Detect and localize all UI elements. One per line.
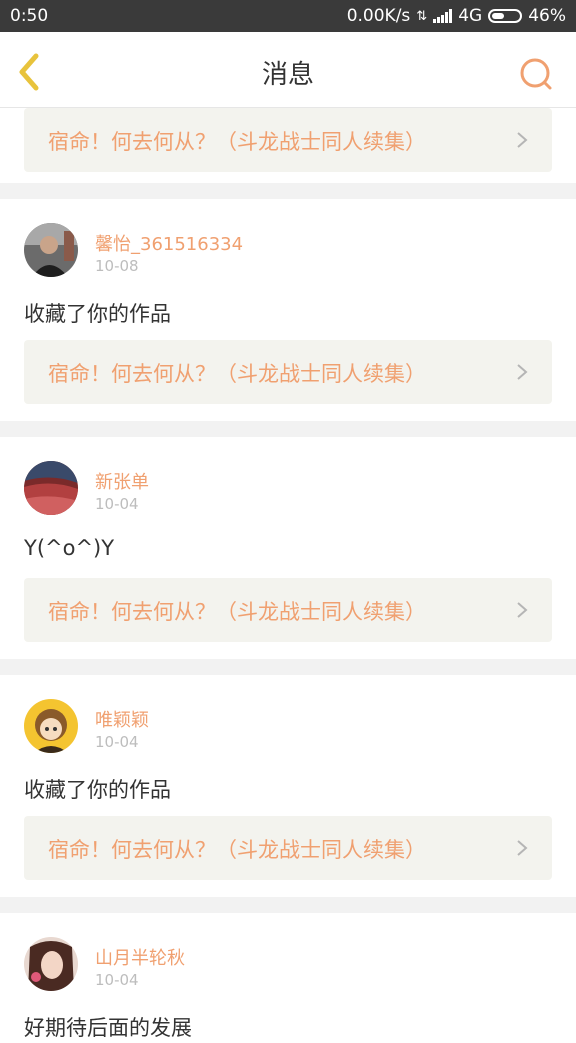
message-card: 馨怡_361516334 10-08 收藏了你的作品 宿命！何去何从？（斗龙战士… [0,199,576,421]
battery-icon [488,9,523,23]
nav-bar: 消息 [0,32,576,108]
message-text: 收藏了你的作品 [24,778,171,802]
work-link[interactable]: 宿命！何去何从？（斗龙战士同人续集） [24,816,552,880]
work-title: 宿命！何去何从？（斗龙战士同人续集） [48,130,426,154]
search-icon[interactable] [518,56,554,92]
chevron-right-icon [517,840,528,856]
network-speed: 0.00K/s [346,6,411,26]
username[interactable]: 新张单 [95,468,149,494]
work-title: 宿命！何去何从？（斗龙战士同人续集） [48,362,426,386]
work-link[interactable]: 宿命！何去何从？（斗龙战士同人续集） [24,578,552,642]
message-date: 10-04 [95,971,139,989]
chevron-right-icon [517,602,528,618]
signal-icon [433,9,453,23]
work-title: 宿命！何去何从？（斗龙战士同人续集） [48,838,426,862]
message-text: 好期待后面的发展 [24,1016,192,1040]
message-card: 唯颖颖 10-04 收藏了你的作品 宿命！何去何从？（斗龙战士同人续集） [0,675,576,897]
chevron-right-icon [517,364,528,380]
message-card: 新张单 10-04 Y(^o^)Y 宿命！何去何从？（斗龙战士同人续集） [0,437,576,659]
message-date: 10-04 [95,495,139,513]
message-date: 10-04 [95,733,139,751]
message-card: 宿命！何去何从？（斗龙战士同人续集） [0,108,576,183]
network-type: 4G [458,6,483,26]
message-text: Y(^o^)Y [24,536,115,560]
username[interactable]: 山月半轮秋 [95,944,185,970]
battery-percent: 46% [528,6,566,26]
message-text: 收藏了你的作品 [24,302,171,326]
avatar[interactable] [24,937,78,991]
data-transfer-icon: ⇅ [416,8,428,24]
work-link[interactable]: 宿命！何去何从？（斗龙战士同人续集） [24,340,552,404]
status-indicators: 0.00K/s ⇅ 4G 46% [347,6,566,26]
message-date: 10-08 [95,257,139,275]
work-link[interactable]: 宿命！何去何从？（斗龙战士同人续集） [24,108,552,172]
avatar[interactable] [24,699,78,753]
status-time: 0:50 [10,6,49,26]
chevron-right-icon [517,132,528,148]
username[interactable]: 馨怡_361516334 [95,230,243,256]
avatar[interactable] [24,461,78,515]
page-title: 消息 [261,60,314,90]
username[interactable]: 唯颖颖 [95,706,149,732]
status-bar: 0:50 0.00K/s ⇅ 4G 46% [0,0,576,32]
work-title: 宿命！何去何从？（斗龙战士同人续集） [48,600,426,624]
message-feed: 宿命！何去何从？（斗龙战士同人续集） 馨怡_361516334 10-08 收藏… [0,108,576,1043]
avatar[interactable] [24,223,78,277]
